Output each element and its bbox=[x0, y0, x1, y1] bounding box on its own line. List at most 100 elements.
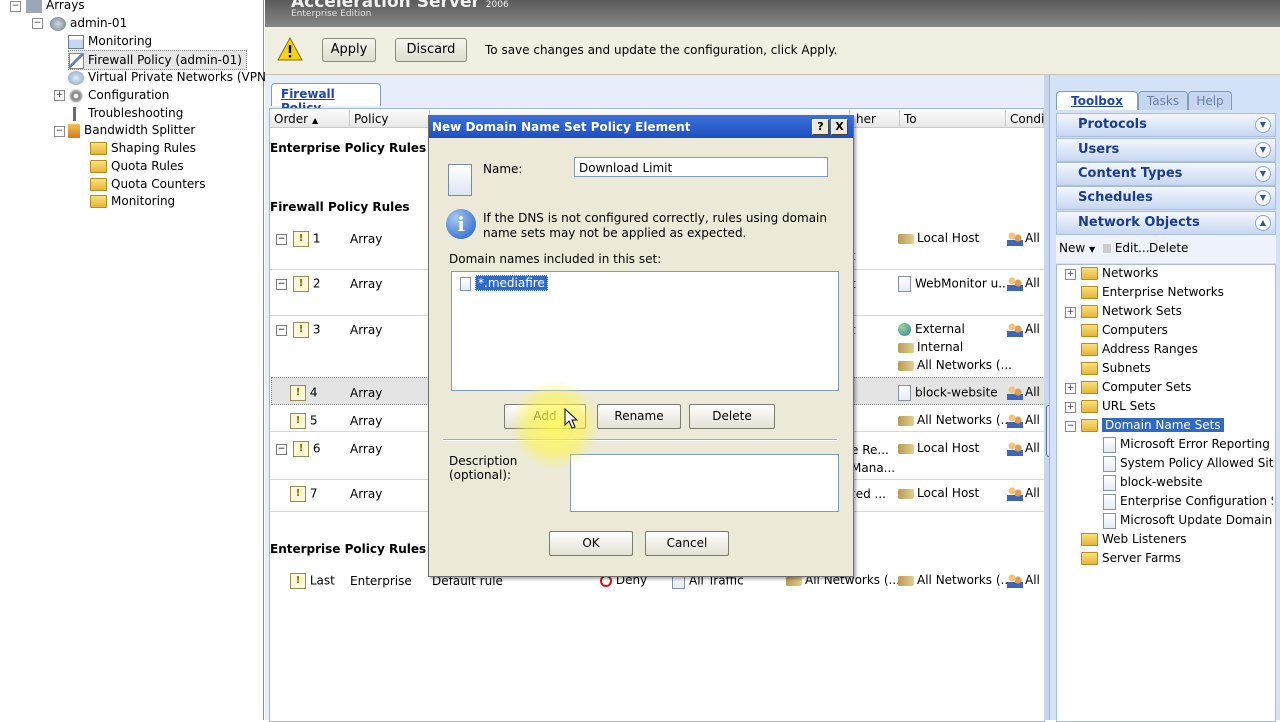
tab-toolbox[interactable]: Toolbox bbox=[1056, 91, 1138, 110]
tree-item-domain-set[interactable]: Enterprise Configuration Sto bbox=[1103, 492, 1273, 510]
domain-list[interactable]: *.mediafire bbox=[451, 271, 839, 391]
table-row[interactable]: ! 4 bbox=[290, 385, 317, 401]
chevron-up-icon[interactable]: ▲ bbox=[1255, 215, 1271, 231]
rule-order: 6 bbox=[312, 441, 321, 456]
edit-button[interactable]: Edit... bbox=[1103, 241, 1150, 255]
rule-to-label: Local Host bbox=[917, 486, 980, 500]
tree-item-domain-name-sets[interactable]: Domain Name Sets bbox=[1081, 416, 1224, 434]
discard-button[interactable]: Discard bbox=[395, 38, 467, 62]
table-row[interactable]: ! 5 bbox=[290, 413, 317, 429]
new-label: New bbox=[1059, 241, 1086, 255]
tree-item-domain-set[interactable]: block-website bbox=[1103, 473, 1203, 491]
tree-item-computer-sets[interactable]: Computer Sets bbox=[1081, 378, 1191, 396]
table-row[interactable]: ! Last bbox=[290, 573, 335, 589]
tree-item-admin-01[interactable]: admin-01 bbox=[50, 14, 127, 32]
chevron-down-icon[interactable]: ▼ bbox=[1255, 166, 1271, 182]
ok-button[interactable]: OK bbox=[549, 531, 633, 556]
tree-item-enterprise-networks[interactable]: Enterprise Networks bbox=[1081, 283, 1224, 301]
section-protocols[interactable]: Protocols ▼ bbox=[1056, 113, 1276, 137]
collapse-icon[interactable]: − bbox=[276, 443, 287, 455]
collapse-icon[interactable]: − bbox=[276, 278, 287, 290]
tree-item-label: Troubleshooting bbox=[88, 106, 184, 120]
section-users[interactable]: Users ▼ bbox=[1056, 138, 1276, 162]
expand-toggle[interactable]: + bbox=[1065, 402, 1076, 413]
tree-item-bw-monitoring[interactable]: Monitoring bbox=[90, 192, 175, 210]
table-row[interactable]: −! 3 bbox=[276, 322, 320, 338]
section-network-objects[interactable]: Network Objects ▲ bbox=[1056, 211, 1276, 235]
delete-button[interactable]: Delete bbox=[689, 404, 775, 429]
section-label: Content Types bbox=[1078, 166, 1183, 181]
rename-button[interactable]: Rename bbox=[597, 404, 681, 429]
collapse-icon[interactable]: − bbox=[276, 324, 287, 336]
table-row[interactable]: −! 2 bbox=[276, 276, 320, 292]
tab-help[interactable]: Help bbox=[1188, 91, 1232, 110]
expand-toggle[interactable]: + bbox=[1065, 269, 1076, 280]
expand-toggle[interactable]: + bbox=[1065, 383, 1076, 394]
tree-item-server-farms[interactable]: Server Farms bbox=[1081, 549, 1181, 567]
chevron-down-icon[interactable]: ▼ bbox=[1255, 142, 1271, 158]
dialog-title-bar[interactable]: New Domain Name Set Policy Element ? X bbox=[429, 116, 853, 138]
tree-item-quota-rules[interactable]: Quota Rules bbox=[90, 157, 184, 175]
cancel-button[interactable]: Cancel bbox=[645, 531, 729, 556]
name-label: Name: bbox=[483, 162, 523, 176]
collapse-toggle[interactable]: − bbox=[10, 1, 21, 12]
collapse-toggle[interactable]: − bbox=[1065, 421, 1076, 432]
tree-item-bandwidth-splitter[interactable]: Bandwidth Splitter bbox=[68, 121, 195, 139]
new-menu[interactable]: New ▼ bbox=[1059, 241, 1095, 255]
expand-toggle[interactable]: + bbox=[1065, 307, 1076, 318]
rule-condition: All bbox=[1007, 573, 1040, 588]
help-button[interactable]: ? bbox=[812, 119, 829, 135]
tree-item-vpn[interactable]: Virtual Private Networks (VPN) bbox=[68, 68, 271, 86]
tree-item-domain-set[interactable]: System Policy Allowed Sites bbox=[1103, 454, 1273, 472]
tree-item-domain-set[interactable]: Microsoft Error Reporting Si bbox=[1103, 435, 1273, 453]
column-to[interactable]: To bbox=[900, 110, 1006, 128]
tree-item-firewall-policy[interactable]: Firewall Policy (admin-01) bbox=[68, 50, 247, 70]
tree-item-troubleshooting[interactable]: Troubleshooting bbox=[68, 104, 183, 122]
expand-toggle[interactable]: + bbox=[54, 90, 65, 101]
tree-item-monitoring[interactable]: Monitoring bbox=[68, 32, 152, 50]
column-from[interactable]: her bbox=[850, 110, 900, 128]
collapse-toggle[interactable]: − bbox=[32, 18, 43, 29]
tree-item-shaping-rules[interactable]: Shaping Rules bbox=[90, 139, 196, 157]
section-content-types[interactable]: Content Types ▼ bbox=[1056, 162, 1276, 186]
rule-policy: Array bbox=[350, 414, 383, 428]
delete-button[interactable]: Delete bbox=[1149, 241, 1188, 255]
list-item[interactable]: *.mediafire bbox=[460, 275, 548, 291]
chevron-down-icon[interactable]: ▼ bbox=[1255, 117, 1271, 133]
tree-item-arrays[interactable]: Arrays bbox=[26, 0, 85, 14]
column-conditions[interactable]: Condi bbox=[1006, 110, 1044, 128]
rule-to: Local Host bbox=[898, 441, 979, 455]
apply-button[interactable]: Apply bbox=[322, 38, 376, 62]
tree-item-configuration[interactable]: Configuration bbox=[68, 86, 169, 104]
chevron-down-icon[interactable]: ▼ bbox=[1255, 190, 1271, 206]
tree-item-label: Monitoring bbox=[88, 34, 153, 48]
tree-item-networks[interactable]: Networks bbox=[1081, 264, 1158, 282]
tree-item-url-sets[interactable]: URL Sets bbox=[1081, 397, 1156, 415]
table-row[interactable]: −! 6 bbox=[276, 441, 320, 457]
network-icon bbox=[898, 360, 914, 371]
section-schedules[interactable]: Schedules ▼ bbox=[1056, 186, 1276, 210]
tree-item-web-listeners[interactable]: Web Listeners bbox=[1081, 530, 1187, 548]
tree-item-quota-counters[interactable]: Quota Counters bbox=[90, 175, 205, 193]
folder-icon bbox=[1081, 362, 1098, 375]
tree-item-address-ranges[interactable]: Address Ranges bbox=[1081, 340, 1198, 358]
collapse-icon[interactable]: − bbox=[276, 233, 287, 245]
tree-item-label: Web Listeners bbox=[1102, 532, 1187, 546]
tree-item-domain-set[interactable]: Microsoft Update Domain Na bbox=[1103, 511, 1273, 529]
tab-tasks[interactable]: Tasks bbox=[1138, 91, 1188, 110]
table-row[interactable]: −! 1 bbox=[276, 231, 320, 247]
column-policy[interactable]: Policy bbox=[350, 110, 430, 128]
tree-item-computers[interactable]: Computers bbox=[1081, 321, 1168, 339]
tree-item-subnets[interactable]: Subnets bbox=[1081, 359, 1151, 377]
tab-firewall-policy[interactable]: Firewall Policy bbox=[271, 83, 381, 115]
rule-icon: ! bbox=[293, 322, 309, 338]
rule-order: 2 bbox=[312, 276, 321, 291]
table-row[interactable]: ! 7 bbox=[290, 486, 317, 502]
tree-item-network-sets[interactable]: Network Sets bbox=[1081, 302, 1182, 320]
collapse-toggle[interactable]: − bbox=[54, 126, 65, 137]
close-button[interactable]: X bbox=[831, 119, 848, 135]
column-order[interactable]: Order ▲ bbox=[270, 110, 350, 128]
name-input[interactable]: Download Limit bbox=[574, 157, 828, 177]
domain-set-icon bbox=[1103, 474, 1116, 491]
description-input[interactable] bbox=[570, 454, 839, 512]
